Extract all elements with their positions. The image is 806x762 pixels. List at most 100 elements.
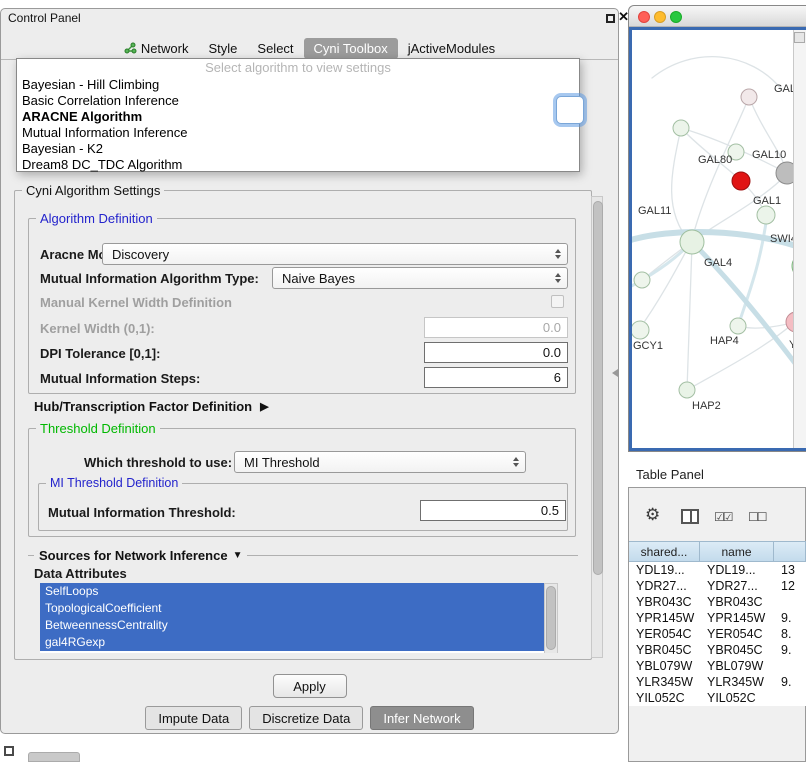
combo-arrows-icon [513,457,519,467]
table-row[interactable]: YBR043C YBR043C [629,594,806,610]
mi-threshold-field[interactable]: 0.5 [420,500,566,521]
mi-steps-value: 6 [554,370,561,385]
manual-kernel-width-label: Manual Kernel Width Definition [40,295,232,310]
tab-label: Select [257,41,293,56]
cell-name: YDL19... [700,562,774,578]
tab-jactivemodules[interactable]: jActiveModules [398,38,505,59]
table-row[interactable]: YPR145W YPR145W 9. [629,610,806,626]
table-row[interactable]: YDR27... YDR27... 12 [629,578,806,594]
menu-item-selected[interactable]: ARACNE Algorithm [17,109,579,125]
attribute-item-selected[interactable]: BetweennessCentrality [40,617,551,634]
node[interactable] [673,120,689,136]
menu-item[interactable]: Dream8 DC_TDC Algorithm [17,157,579,173]
minimize-traffic-icon[interactable] [654,11,666,23]
cell-name: YBL079W [700,658,774,674]
tab-infer-network[interactable]: Infer Network [370,706,473,730]
mi-threshold-group-title: MI Threshold Definition [46,476,182,490]
algorithm-settings-button[interactable] [556,96,584,124]
node-label: GAL10 [752,149,786,161]
column-header-cut[interactable] [774,541,806,562]
table-row[interactable]: YIL052C YIL052C [629,690,806,706]
chevron-right-icon: ▶ [260,400,268,413]
network-scrollbar-button[interactable] [794,32,805,43]
attributes-scrollbar-thumb[interactable] [546,586,556,650]
gear-icon[interactable]: ⚙ [645,505,660,525]
network-node-labels: GAL8 GAL80 GAL10 GAL11 GAL1 SWI4 GAL4 GC… [633,83,794,412]
sources-section-toggle[interactable]: Sources for Network Inference ▼ [28,548,578,563]
node[interactable] [730,318,746,334]
cell-shared-name: YIL052C [629,690,700,706]
algorithm-dropdown-menu: Select algorithm to view settings Bayesi… [16,58,580,172]
window-title: Control Panel [8,11,81,25]
settings-scrollbar[interactable] [591,196,603,658]
hub-section-toggle[interactable]: Hub/Transcription Factor Definition ▶ [34,399,269,414]
which-threshold-value: MI Threshold [244,455,320,470]
table-panel-title: Table Panel [636,467,704,482]
tab-cyni-toolbox[interactable]: Cyni Toolbox [304,38,398,59]
mi-steps-field[interactable]: 6 [424,367,568,388]
float-window-icon[interactable] [606,14,615,23]
data-attributes-list: SelfLoops TopologicalCoefficient Between… [40,583,558,653]
cell-value: 9. [774,642,806,658]
menu-item[interactable]: Mutual Information Inference [17,125,579,141]
attribute-item-selected[interactable]: TopologicalCoefficient [40,600,551,617]
tab-discretize-data[interactable]: Discretize Data [249,706,363,730]
network-vertical-scrollbar[interactable] [793,30,806,448]
column-header-shared-name[interactable]: shared... [629,541,700,562]
zoom-traffic-icon[interactable] [670,11,682,23]
cell-shared-name: YPR145W [629,610,700,626]
mi-algorithm-type-select[interactable]: Naive Bayes [272,267,568,289]
hub-section-label: Hub/Transcription Factor Definition [34,399,252,414]
panel-collapse-icon[interactable] [612,369,618,377]
attributes-scrollbar[interactable] [544,583,558,653]
settings-scrollbar-thumb[interactable] [593,201,603,575]
network-graph-canvas[interactable]: GAL8 GAL80 GAL10 GAL11 GAL1 SWI4 GAL4 GC… [632,30,794,448]
attribute-item-selected[interactable]: gal4RGexp [40,634,551,651]
node-label: GCY1 [633,340,663,352]
columns-icon[interactable] [681,509,699,524]
aracne-mode-select[interactable]: Discovery [102,243,568,265]
node[interactable] [757,206,775,224]
tab-impute-data[interactable]: Impute Data [145,706,242,730]
table-row[interactable]: YDL19... YDL19... 13 [629,562,806,578]
apply-button[interactable]: Apply [273,674,347,698]
tab-select[interactable]: Select [247,38,303,59]
menu-item[interactable]: Basic Correlation Inference [17,93,579,109]
close-traffic-icon[interactable] [638,11,650,23]
cell-shared-name: YDR27... [629,578,700,594]
float-window-icon[interactable] [4,746,14,756]
kernel-width-label: Kernel Width (0,1): [40,321,155,336]
mi-algorithm-type-label: Mutual Information Algorithm Type: [40,271,259,286]
cell-shared-name: YBR045C [629,642,700,658]
select-all-columns-icon[interactable]: ☑☑ [714,510,732,524]
tab-label: Style [209,41,238,56]
dpi-tolerance-field[interactable]: 0.0 [424,342,568,363]
node[interactable] [680,230,704,254]
table-row[interactable]: YBL079W YBL079W [629,658,806,674]
node-label: HAP2 [692,400,721,412]
control-panel-tabbar: Network Style Select Cyni Toolbox jActiv… [1,37,618,60]
menu-item[interactable]: Bayesian - Hill Climbing [17,77,579,93]
tab-network[interactable]: Network [114,38,199,59]
column-header-name[interactable]: name [700,541,774,562]
screen: Control Panel ✕ Network Style Select Cyn… [0,0,806,762]
data-attributes-label: Data Attributes [34,566,127,581]
node[interactable] [741,89,757,105]
menu-item[interactable]: Bayesian - K2 [17,141,579,157]
node[interactable] [632,321,649,339]
attribute-item-selected[interactable]: SelfLoops [40,583,551,600]
node[interactable] [679,382,695,398]
network-icon [124,42,137,54]
kernel-width-value: 0.0 [543,320,561,335]
cell-name: YPR145W [700,610,774,626]
deselect-all-columns-icon[interactable]: ☐☐ [748,510,766,524]
node-gray[interactable] [776,162,794,184]
table-row[interactable]: YER054C YER054C 8. [629,626,806,642]
table-row[interactable]: YBR045C YBR045C 9. [629,642,806,658]
tab-style[interactable]: Style [199,38,248,59]
which-threshold-select[interactable]: MI Threshold [234,451,526,473]
node[interactable] [634,272,650,288]
cell-shared-name: YDL19... [629,562,700,578]
table-row[interactable]: YLR345W YLR345W 9. [629,674,806,690]
node-red[interactable] [732,172,750,190]
